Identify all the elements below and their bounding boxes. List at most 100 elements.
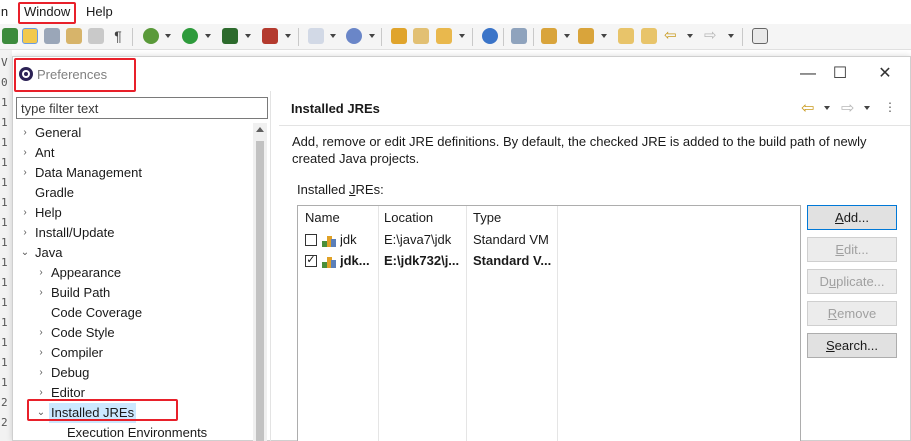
tree-item-label: Java xyxy=(35,245,63,260)
duplicate-button[interactable]: Duplicate... xyxy=(807,269,897,294)
toolbar-separator xyxy=(132,28,133,46)
new-server-icon[interactable] xyxy=(308,28,324,44)
chevron-down-icon[interactable] xyxy=(687,34,693,38)
add-button[interactable]: Add... xyxy=(807,205,897,230)
chevron-down-icon[interactable]: ⌄ xyxy=(19,243,31,263)
line-number: 1 xyxy=(1,176,8,189)
toolbar-separator xyxy=(472,28,473,46)
jre-checkbox-checked[interactable]: ✓ xyxy=(305,255,317,267)
column-header-type[interactable]: Type xyxy=(473,210,501,225)
chevron-right-icon[interactable]: › xyxy=(19,163,31,183)
table-row[interactable]: jdk E:\java7\jdk Standard VM xyxy=(298,230,800,250)
tree-scrollbar[interactable] xyxy=(253,123,267,441)
close-button[interactable]: ✕ xyxy=(870,63,900,85)
tree-item-label: Data Management xyxy=(35,165,142,180)
open-console-icon[interactable] xyxy=(752,28,768,44)
chevron-right-icon[interactable]: › xyxy=(19,203,31,223)
line-number: V xyxy=(1,56,8,69)
chevron-down-icon[interactable] xyxy=(728,34,734,38)
jre-name: jdk... xyxy=(340,253,370,268)
page-header: Installed JREs ⇦ ⇨ ⋮ xyxy=(279,91,910,125)
chevron-right-icon[interactable]: › xyxy=(35,363,47,383)
run-icon[interactable] xyxy=(182,28,198,44)
table-row[interactable]: ✓ jdk... E:\jdk732\j... Standard V... xyxy=(298,251,800,271)
toggle-mark-icon[interactable] xyxy=(44,28,60,44)
forward-arrow-icon[interactable]: ⇨ xyxy=(704,28,720,44)
column-header-name[interactable]: Name xyxy=(305,210,340,225)
last-edit-location-icon[interactable] xyxy=(618,28,634,44)
next-annotation-icon[interactable] xyxy=(541,28,557,44)
dialog-titlebar[interactable]: Preferences — ☐ ✕ xyxy=(13,57,910,89)
line-number: 1 xyxy=(1,156,8,169)
chevron-down-icon[interactable] xyxy=(601,34,607,38)
maximize-button[interactable]: ☐ xyxy=(825,63,855,85)
tree-item-label: Help xyxy=(35,205,62,220)
chevron-down-icon[interactable] xyxy=(245,34,251,38)
line-number: 1 xyxy=(1,96,8,109)
coverage-icon[interactable] xyxy=(222,28,238,44)
scrollbar-thumb[interactable] xyxy=(256,141,264,441)
chevron-down-icon[interactable] xyxy=(330,34,336,38)
forward-arrow-icon[interactable]: ⇨ xyxy=(841,98,854,118)
open-type-icon[interactable] xyxy=(391,28,407,44)
minimize-button[interactable]: — xyxy=(793,63,823,85)
chevron-down-icon[interactable] xyxy=(564,34,570,38)
tree-item-label: General xyxy=(35,125,82,140)
panel-divider[interactable] xyxy=(270,91,271,441)
chevron-right-icon[interactable]: › xyxy=(19,143,31,163)
line-number: 1 xyxy=(1,196,8,209)
scroll-up-arrow-icon[interactable] xyxy=(256,127,264,132)
chevron-right-icon[interactable]: › xyxy=(35,343,47,363)
column-header-location[interactable]: Location xyxy=(384,210,433,225)
globe-icon[interactable] xyxy=(482,28,498,44)
remove-button[interactable]: Remove xyxy=(807,301,897,326)
annotation-box-window-menu xyxy=(18,2,76,24)
new-class-icon[interactable] xyxy=(346,28,362,44)
chevron-right-icon[interactable]: › xyxy=(35,263,47,283)
show-whitespace-icon[interactable]: ¶ xyxy=(110,28,126,44)
jre-checkbox[interactable] xyxy=(305,234,317,246)
line-number: 1 xyxy=(1,256,8,269)
debug-icon[interactable] xyxy=(143,28,159,44)
line-number: 0 xyxy=(1,76,8,89)
label-text: REs: xyxy=(355,182,384,197)
external-tools-icon[interactable] xyxy=(262,28,278,44)
chevron-down-icon[interactable] xyxy=(864,106,870,110)
back-arrow-icon[interactable]: ⇦ xyxy=(801,98,814,118)
highlight-icon[interactable] xyxy=(22,28,38,44)
chevron-right-icon[interactable]: › xyxy=(35,323,47,343)
toolbar-separator xyxy=(503,28,504,46)
edit-button[interactable]: Edit... xyxy=(807,237,897,262)
block-select-icon[interactable] xyxy=(66,28,82,44)
chevron-right-icon[interactable]: › xyxy=(19,223,31,243)
preferences-dialog: Preferences — ☐ ✕ › General › Ant › Data… xyxy=(12,56,911,441)
jre-name: jdk xyxy=(340,232,357,247)
chevron-down-icon[interactable] xyxy=(369,34,375,38)
previous-annotation-icon[interactable] xyxy=(578,28,594,44)
search-icon[interactable] xyxy=(436,28,452,44)
open-task-icon[interactable] xyxy=(413,28,429,44)
chevron-down-icon[interactable] xyxy=(165,34,171,38)
chevron-down-icon[interactable] xyxy=(459,34,465,38)
preference-tree: › General › Ant › Data Management Gradle… xyxy=(13,123,267,441)
tree-item-label: Ant xyxy=(35,145,55,160)
chevron-right-icon[interactable]: › xyxy=(35,283,47,303)
line-number: 1 xyxy=(1,336,8,349)
filter-input[interactable] xyxy=(16,97,268,119)
tree-item-label: Code Style xyxy=(51,325,115,340)
word-wrap-icon[interactable] xyxy=(88,28,104,44)
view-menu-icon[interactable]: ⋮ xyxy=(884,100,896,114)
tree-item-label: Compiler xyxy=(51,345,104,360)
toggle-breadcrumb-icon[interactable] xyxy=(511,28,527,44)
back-arrow-icon[interactable]: ⇦ xyxy=(664,28,680,44)
search-button[interactable]: Search... xyxy=(807,333,897,358)
open-perspective-icon[interactable] xyxy=(2,28,18,44)
chevron-down-icon[interactable] xyxy=(205,34,211,38)
menu-help[interactable]: Help xyxy=(86,4,113,19)
tree-item-label: Code Coverage xyxy=(51,305,143,320)
chevron-down-icon[interactable] xyxy=(824,106,830,110)
menu-run[interactable]: in xyxy=(0,4,8,19)
chevron-down-icon[interactable] xyxy=(285,34,291,38)
last-edit-icon[interactable] xyxy=(641,28,657,44)
chevron-right-icon[interactable]: › xyxy=(19,123,31,143)
